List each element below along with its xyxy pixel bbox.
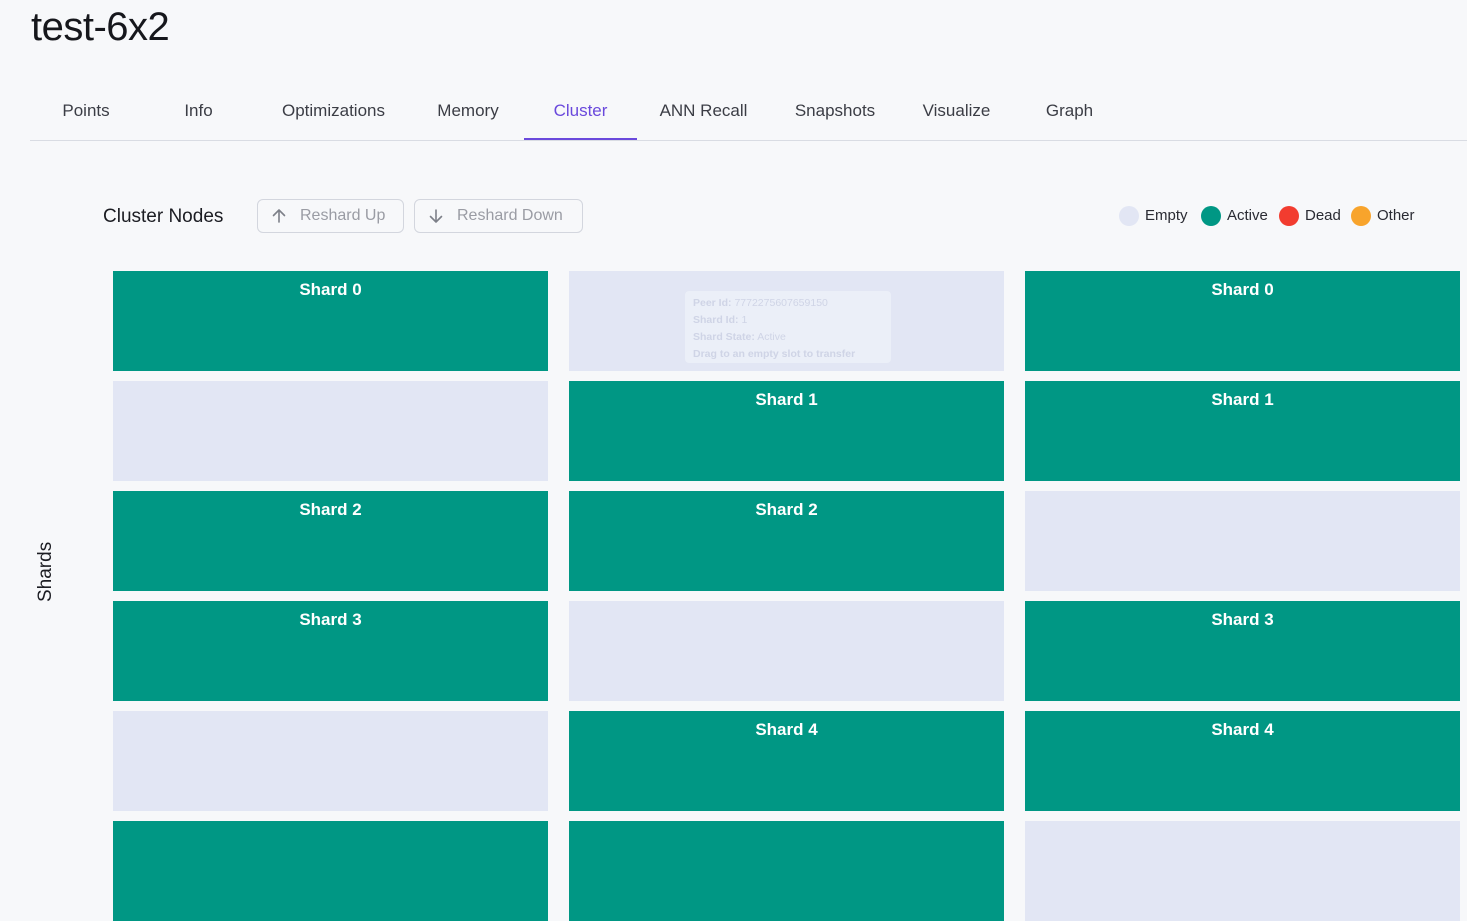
shard-cell[interactable]: Shard 4 bbox=[1025, 711, 1460, 811]
reshard-down-button[interactable]: Reshard Down bbox=[414, 199, 583, 233]
shard-cell-label: Shard 3 bbox=[299, 610, 362, 629]
tab-points[interactable]: Points bbox=[30, 84, 142, 140]
legend-label-active: Active bbox=[1227, 207, 1268, 224]
legend-label-other: Other bbox=[1377, 207, 1415, 224]
shard-cell-label: Shard 1 bbox=[755, 390, 818, 409]
drag-preview-line: Shard State: Active bbox=[693, 329, 883, 346]
drag-preview-value: 1 bbox=[741, 314, 748, 326]
drag-preview-line: Peer Id: 7772275607659150 bbox=[693, 295, 883, 312]
page-title: test-6x2 bbox=[31, 5, 170, 49]
tab-graph[interactable]: Graph bbox=[1013, 84, 1126, 140]
shard-cell[interactable]: Shard 1 bbox=[1025, 381, 1460, 481]
shard-cell-label: Shard 0 bbox=[299, 280, 362, 299]
drag-preview-key: Shard Id: bbox=[693, 314, 739, 326]
tab-snapshots[interactable]: Snapshots bbox=[770, 84, 900, 140]
tab-info[interactable]: Info bbox=[142, 84, 255, 140]
drag-preview-value: Active bbox=[757, 331, 786, 343]
dead-dot-icon bbox=[1279, 206, 1299, 226]
shard-cell[interactable] bbox=[113, 711, 548, 811]
shard-cell-label: Shard 4 bbox=[755, 720, 818, 739]
other-dot-icon bbox=[1351, 206, 1371, 226]
shard-cell[interactable]: Peer Id: 7772275607659150 Shard Id: 1 Shar… bbox=[569, 271, 1004, 371]
shard-cell-label: Shard 4 bbox=[1211, 720, 1274, 739]
shard-cell[interactable] bbox=[569, 821, 1004, 921]
shard-cell[interactable]: Shard 3 bbox=[113, 601, 548, 701]
shard-cell[interactable] bbox=[113, 381, 548, 481]
shard-cell[interactable] bbox=[1025, 491, 1460, 591]
shard-cell[interactable] bbox=[1025, 821, 1460, 921]
drag-preview-line: Shard Id: 1 bbox=[693, 312, 883, 329]
active-dot-icon bbox=[1201, 206, 1221, 226]
tab-optimizations[interactable]: Optimizations bbox=[255, 84, 412, 140]
empty-dot-icon bbox=[1119, 206, 1139, 226]
drag-preview-key: Peer Id: bbox=[693, 297, 732, 309]
shard-cell[interactable] bbox=[113, 821, 548, 921]
tab-memory[interactable]: Memory bbox=[412, 84, 524, 140]
shard-cell-label: Shard 0 bbox=[1211, 280, 1274, 299]
shard-cell-label: Shard 2 bbox=[299, 500, 362, 519]
arrow-up-icon bbox=[272, 209, 286, 223]
shard-cell-label: Shard 2 bbox=[755, 500, 818, 519]
shard-cell[interactable]: Shard 0 bbox=[1025, 271, 1460, 371]
shards-axis-label: Shards bbox=[35, 541, 56, 602]
legend-label-dead: Dead bbox=[1305, 207, 1341, 224]
shard-cell[interactable]: Shard 4 bbox=[569, 711, 1004, 811]
drag-preview-tooltip: Peer Id: 7772275607659150 Shard Id: 1 Shar… bbox=[685, 291, 891, 363]
legend-label-empty: Empty bbox=[1145, 207, 1188, 224]
tab-ann-recall[interactable]: ANN Recall bbox=[637, 84, 770, 140]
reshard-up-label: Reshard Up bbox=[300, 207, 386, 224]
drag-preview-key: Shard State: bbox=[693, 331, 755, 343]
cluster-nodes-heading: Cluster Nodes bbox=[103, 206, 224, 227]
tab-bar: Points Info Optimizations Memory Cluster… bbox=[30, 84, 1467, 141]
tab-visualize[interactable]: Visualize bbox=[900, 84, 1013, 140]
reshard-down-label: Reshard Down bbox=[457, 207, 563, 224]
shard-cell-label: Shard 3 bbox=[1211, 610, 1274, 629]
reshard-up-button[interactable]: Reshard Up bbox=[257, 199, 404, 233]
shard-cell[interactable] bbox=[569, 601, 1004, 701]
drag-preview-key: Drag to an empty slot to transfer bbox=[693, 348, 856, 360]
shard-cell[interactable]: Shard 2 bbox=[569, 491, 1004, 591]
drag-preview-line: Drag to an empty slot to transfer bbox=[693, 346, 883, 363]
tab-cluster[interactable]: Cluster bbox=[524, 84, 637, 140]
shard-cell[interactable]: Shard 1 bbox=[569, 381, 1004, 481]
shard-cell[interactable]: Shard 3 bbox=[1025, 601, 1460, 701]
shard-cell[interactable]: Shard 2 bbox=[113, 491, 548, 591]
arrow-down-icon bbox=[429, 209, 443, 223]
drag-preview-value: 7772275607659150 bbox=[734, 297, 828, 309]
shard-cell[interactable]: Shard 0 bbox=[113, 271, 548, 371]
shard-cell-label: Shard 1 bbox=[1211, 390, 1274, 409]
